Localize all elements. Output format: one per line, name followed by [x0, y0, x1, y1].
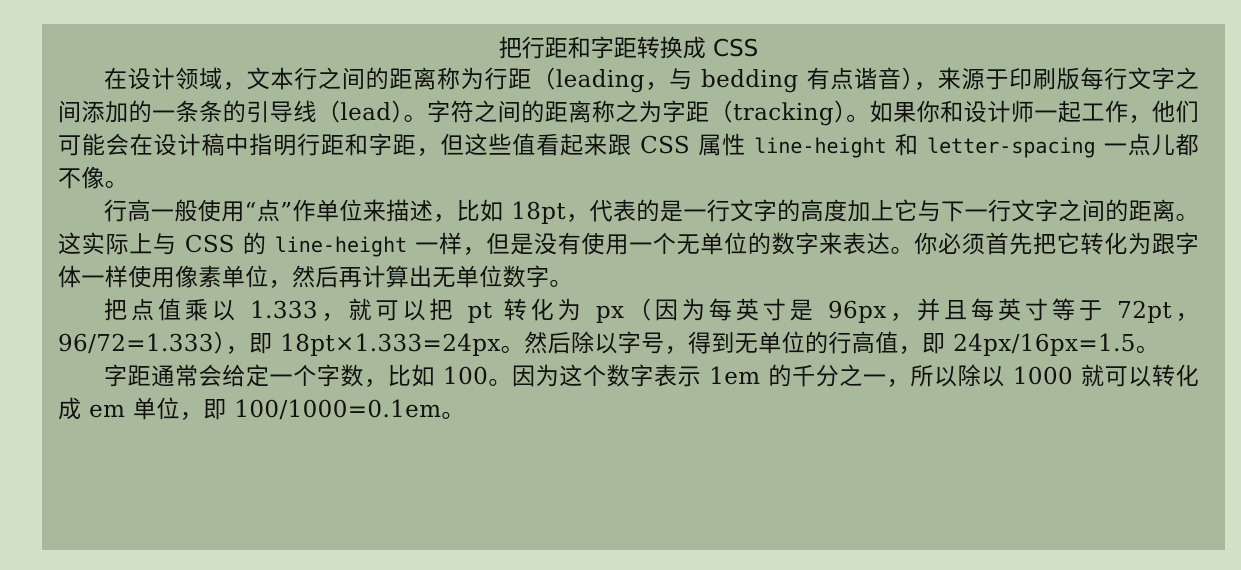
- code-letter-spacing: letter-spacing: [927, 134, 1096, 158]
- code-line-height: line-height: [754, 134, 887, 158]
- paragraph-tracking-conversion: 字距通常会给定一个字数，比如 100。因为这个数字表示 1em 的千分之一，所以…: [58, 364, 1199, 423]
- sidebar-note-box: 把行距和字距转换成 CSS 在设计领域，文本行之间的距离称为行距（leading…: [42, 24, 1225, 550]
- paragraph-text: 在设计领域，文本行之间的距离称为: [104, 67, 485, 93]
- paragraph-text: 和: [886, 133, 928, 159]
- note-title: 把行距和字距转换成 CSS: [498, 36, 759, 62]
- paragraph-leading-tracking: 在设计领域，文本行之间的距离称为行距（leading，与 bedding 有点谐…: [58, 64, 1199, 196]
- term-leading: 行距: [484, 67, 533, 93]
- term-tracking: 字距: [662, 100, 710, 126]
- code-line-height: line-height: [274, 233, 408, 257]
- paragraph-pt-conversion: 把点值乘以 1.333，就可以把 pt 转化为 px（因为每英寸是 96px，并…: [58, 298, 1199, 357]
- paragraph-line-height: 行高一般使用“点”作单位来描述，比如 18pt，代表的是一行文字的高度加上它与下…: [58, 196, 1199, 295]
